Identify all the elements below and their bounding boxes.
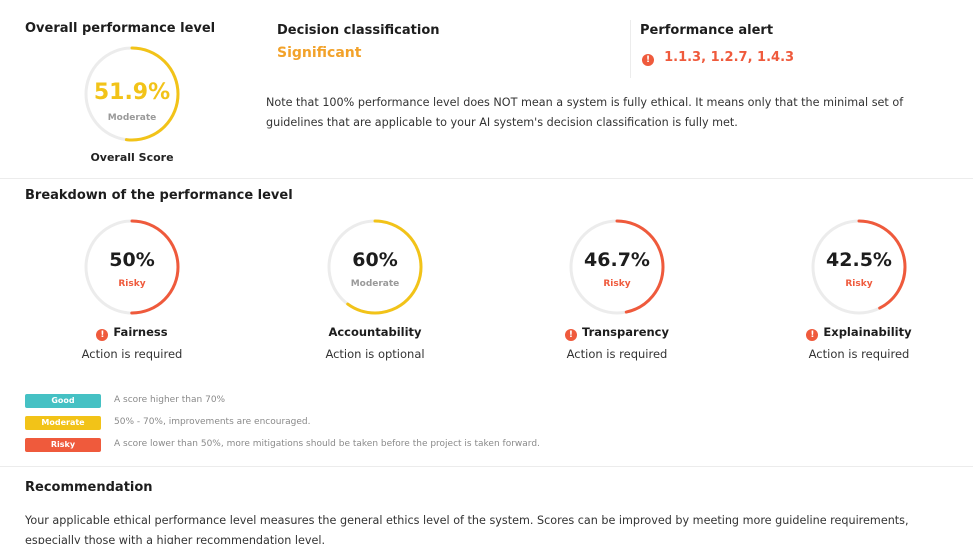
- legend-chip-moderate: Moderate: [25, 416, 101, 430]
- accountability-value: 60%: [352, 249, 398, 271]
- alert-items: 1.1.3, 1.2.7, 1.4.3: [664, 50, 795, 65]
- overall-score-level: Moderate: [107, 113, 157, 123]
- fairness-gauge: 50% Risky: [82, 217, 182, 317]
- legend-chip-good: Good: [25, 394, 101, 408]
- explainability-action: Action is required: [808, 347, 910, 361]
- note-text: Note that 100% performance level does NO…: [266, 96, 904, 129]
- breakdown-section: Breakdown of the performance level 50% R…: [0, 179, 973, 464]
- transparency-level: Risky: [603, 279, 631, 289]
- exclamation-circle-icon: !: [806, 329, 819, 341]
- recommendation-text: Your applicable ethical performance leve…: [25, 514, 909, 544]
- transparency-name: Transparency: [581, 325, 669, 339]
- accountability-level: Moderate: [350, 279, 400, 289]
- legend-text-good: A score higher than 70%: [114, 395, 226, 405]
- fairness-action: Action is required: [81, 347, 183, 361]
- explainability-level: Risky: [845, 279, 873, 289]
- fairness-title: ! Fairness: [32, 325, 232, 341]
- explainability-value: 42.5%: [826, 249, 892, 271]
- explainability-name: Explainability: [823, 325, 912, 339]
- fairness-level: Risky: [118, 279, 146, 289]
- transparency-value: 46.7%: [584, 249, 650, 271]
- transparency-action: Action is required: [566, 347, 668, 361]
- breakdown-title: Breakdown of the performance level: [25, 188, 293, 203]
- exclamation-circle-icon: !: [564, 329, 577, 341]
- exclamation-circle-icon: !: [96, 329, 109, 341]
- explainability-gauge: 42.5% Risky: [809, 217, 909, 317]
- alert-row: ! 1.1.3, 1.2.7, 1.4.3: [642, 46, 794, 66]
- decision-title: Decision classification: [277, 23, 440, 38]
- legend-text-risky: A score lower than 50%, more mitigations…: [114, 439, 540, 449]
- accountability-action: Action is optional: [325, 347, 425, 361]
- recommendation-title: Recommendation: [25, 480, 153, 495]
- legend-text-moderate: 50% - 70%, improvements are encouraged.: [114, 417, 311, 427]
- overall-score-value: 51.9%: [93, 80, 171, 105]
- accountability-name: Accountability: [328, 325, 422, 339]
- recommendation-section: Recommendation Your applicable ethical p…: [0, 467, 973, 544]
- alert-title: Performance alert: [640, 23, 774, 38]
- fairness-name: Fairness: [113, 325, 168, 339]
- transparency-gauge: 46.7% Risky: [567, 217, 667, 317]
- transparency-title: ! Transparency: [517, 325, 717, 341]
- alert-separator: [630, 20, 631, 78]
- exclamation-circle-icon: !: [642, 54, 654, 66]
- accountability-gauge: 60% Moderate: [325, 217, 425, 317]
- fairness-value: 50%: [109, 249, 155, 271]
- overall-score-gauge: 51.9% Moderate: [82, 44, 182, 144]
- overall-title: Overall performance level: [25, 21, 216, 36]
- decision-value: Significant: [277, 45, 362, 61]
- overall-score-caption: Overall Score: [90, 151, 174, 164]
- accountability-title: Accountability: [275, 325, 475, 339]
- overview-section: Overall performance level 51.9% Moderate…: [0, 0, 973, 178]
- legend-chip-risky: Risky: [25, 438, 101, 452]
- explainability-title: ! Explainability: [759, 325, 959, 341]
